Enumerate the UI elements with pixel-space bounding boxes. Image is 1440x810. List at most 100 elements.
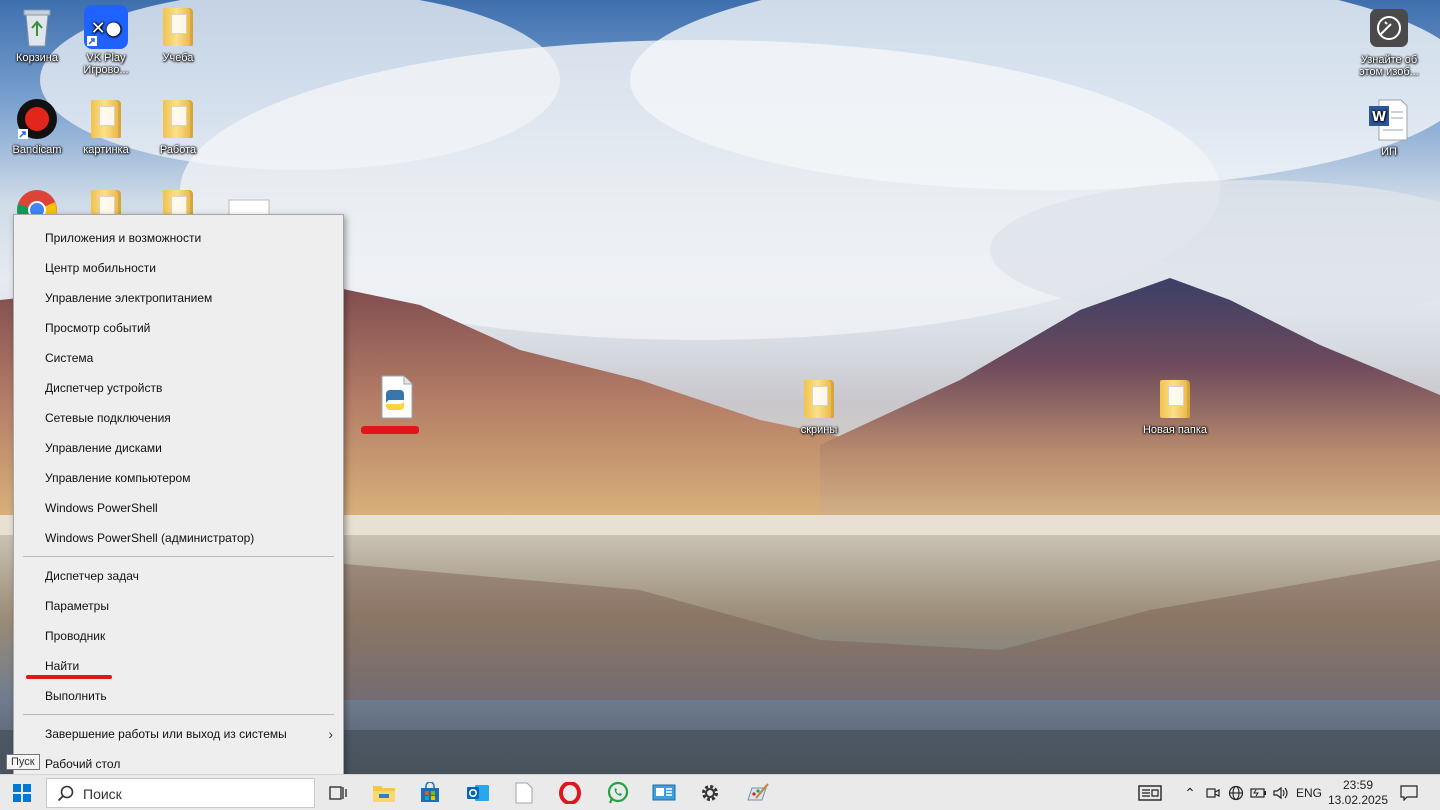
taskbar-app-opera[interactable]: [550, 775, 590, 810]
task-view-icon: [329, 786, 347, 800]
red-annotation-underline: [361, 426, 419, 434]
menu-item-settings[interactable]: Параметры: [14, 591, 343, 621]
vk-play-icon: ✕●: [84, 4, 128, 50]
desktop-icon-label: картинка: [83, 144, 129, 156]
chevron-right-icon: ›: [328, 726, 333, 742]
desktop-icon-folder-ucheba[interactable]: Учеба: [141, 4, 215, 64]
menu-item-device-manager[interactable]: Диспетчер устройств: [14, 373, 343, 403]
camera-icon: [1206, 788, 1220, 798]
taskbar-app-settings[interactable]: [690, 775, 730, 810]
search-placeholder: Поиск: [83, 786, 122, 802]
taskbar-app-outlook[interactable]: [458, 775, 498, 810]
taskbar-app-control-panel[interactable]: [644, 775, 684, 810]
desktop-icon-folder-rabota[interactable]: Работа: [141, 96, 215, 156]
svg-text:✕●: ✕●: [91, 18, 122, 39]
spotlight-info-icon: [1367, 6, 1411, 52]
menu-item-powershell[interactable]: Windows PowerShell: [14, 493, 343, 523]
menu-item-task-manager[interactable]: Диспетчер задач: [14, 561, 343, 591]
folder-icon: [156, 96, 200, 142]
taskbar-app-whatsapp[interactable]: [598, 775, 638, 810]
clock-date: 13.02.2025: [1327, 793, 1389, 807]
desktop-icon-vk-play[interactable]: ✕● VK Play Игрово...: [69, 4, 143, 76]
menu-item-system[interactable]: Система: [14, 343, 343, 373]
start-tooltip: Пуск: [6, 754, 40, 770]
control-panel-icon: [652, 784, 676, 801]
desktop-icon-label: Новая папка: [1142, 424, 1208, 436]
taskbar-search-box[interactable]: Поиск: [46, 778, 315, 808]
globe-icon: [1228, 785, 1244, 801]
menu-item-powershell-admin[interactable]: Windows PowerShell (администратор): [14, 523, 343, 553]
search-icon: [57, 785, 74, 802]
desktop-icon-python-file[interactable]: [359, 374, 433, 422]
desktop-icon-label: VK Play Игрово...: [83, 52, 129, 76]
notification-icon: [1400, 785, 1418, 801]
desktop-icon-label: Узнайте об этом изоб...: [1359, 54, 1419, 78]
menu-item-shutdown[interactable]: Завершение работы или выход из системы ›: [14, 719, 343, 749]
bandicam-icon: [15, 96, 59, 142]
menu-separator: [23, 714, 334, 715]
recycle-bin-icon: [15, 4, 59, 50]
tray-meet-now[interactable]: [1203, 775, 1223, 810]
desktop-icon-bandicam[interactable]: Bandicam: [0, 96, 74, 156]
menu-separator: [23, 556, 334, 557]
python-file-icon: [374, 374, 418, 420]
menu-item-power-options[interactable]: Управление электропитанием: [14, 283, 343, 313]
menu-item-computer-management[interactable]: Управление компьютером: [14, 463, 343, 493]
menu-item-mobility-center[interactable]: Центр мобильности: [14, 253, 343, 283]
desktop-icon-label: Корзина: [16, 52, 58, 64]
tray-volume[interactable]: [1270, 775, 1292, 810]
menu-item-label: Завершение работы или выход из системы: [45, 727, 287, 741]
menu-item-event-viewer[interactable]: Просмотр событий: [14, 313, 343, 343]
desktop-icon-spotlight-info[interactable]: Узнайте об этом изоб...: [1352, 6, 1426, 78]
taskbar: Поиск ⌃ ENG 23:59 13.02.2025: [0, 774, 1440, 810]
tray-show-hidden-button[interactable]: ⌃: [1180, 775, 1200, 810]
folder-icon: [797, 376, 841, 422]
start-button[interactable]: [2, 775, 42, 810]
task-view-button[interactable]: [318, 775, 358, 810]
microsoft-store-icon: [421, 782, 439, 802]
outlook-icon: [467, 785, 489, 801]
whatsapp-icon: [607, 781, 629, 804]
desktop-icon-folder-skriny[interactable]: скрины: [782, 376, 856, 436]
desktop-icon-folder-kartinka[interactable]: картинка: [69, 96, 143, 156]
desktop-icon-label: Bandicam: [12, 144, 62, 156]
desktop-icon-word-ip[interactable]: W ИП: [1352, 98, 1426, 158]
menu-item-file-explorer[interactable]: Проводник: [14, 621, 343, 651]
folder-icon: [84, 96, 128, 142]
tray-network[interactable]: [1225, 775, 1247, 810]
file-explorer-icon: [373, 786, 395, 802]
red-annotation-underline: [26, 675, 112, 679]
menu-item-apps-features[interactable]: Приложения и возможности: [14, 223, 343, 253]
settings-icon: [702, 785, 718, 801]
menu-item-network[interactable]: Сетевые подключения: [14, 403, 343, 433]
tray-notifications[interactable]: [1396, 775, 1422, 810]
tray-battery[interactable]: [1247, 775, 1269, 810]
tray-clock[interactable]: 23:59 13.02.2025: [1328, 775, 1388, 810]
svg-text:W: W: [1372, 110, 1386, 125]
chevron-up-icon: ⌃: [1184, 784, 1196, 801]
taskbar-app-paint[interactable]: [738, 775, 778, 810]
paint-icon: [747, 783, 769, 801]
tray-news-widget[interactable]: [1134, 775, 1166, 810]
tray-language[interactable]: ENG: [1292, 775, 1326, 810]
battery-icon: [1250, 788, 1266, 798]
desktop-icon-label: Учеба: [162, 52, 194, 64]
menu-item-run[interactable]: Выполнить: [14, 681, 343, 711]
desktop-icon-folder-novaya[interactable]: Новая папка: [1138, 376, 1212, 436]
desktop-icon-recycle-bin[interactable]: Корзина: [0, 4, 74, 64]
blank-file-icon: [515, 782, 533, 804]
folder-icon: [156, 4, 200, 50]
word-document-icon: W: [1367, 98, 1411, 144]
taskbar-app-file[interactable]: [504, 775, 544, 810]
opera-icon: [559, 782, 581, 804]
windows-logo-icon: [13, 784, 31, 802]
winx-context-menu: Приложения и возможности Центр мобильнос…: [13, 214, 344, 786]
folder-icon: [1153, 376, 1197, 422]
desktop-icon-label: скрины: [800, 424, 838, 436]
taskbar-app-store[interactable]: [410, 775, 450, 810]
menu-item-disk-management[interactable]: Управление дисками: [14, 433, 343, 463]
desktop-icon-label: ИП: [1381, 146, 1397, 158]
desktop-icon-label: Работа: [159, 144, 197, 156]
news-icon: [1138, 785, 1162, 801]
taskbar-app-file-explorer[interactable]: [364, 775, 404, 810]
